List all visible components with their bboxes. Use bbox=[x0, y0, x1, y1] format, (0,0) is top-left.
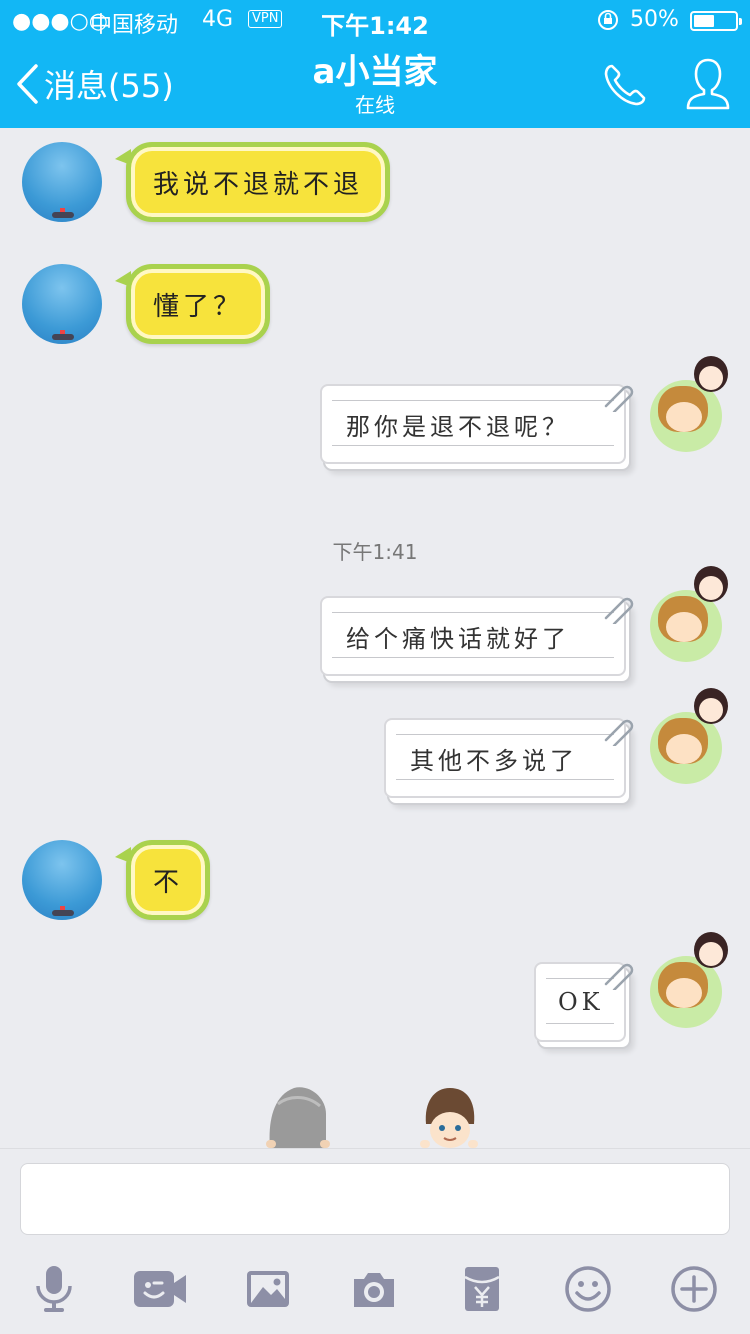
paper-line bbox=[332, 400, 614, 401]
incoming-message[interactable]: 不 bbox=[114, 840, 211, 920]
my-avatar[interactable] bbox=[646, 566, 730, 662]
message-text: 那你是退不退呢？ bbox=[346, 412, 570, 441]
incoming-message[interactable]: 我说不退就不退 bbox=[114, 142, 391, 222]
status-bar: ●●●○○ 中国移动 4G VPN 下午1:42 50% bbox=[0, 0, 750, 40]
call-button[interactable] bbox=[602, 62, 648, 112]
red-packet-button[interactable] bbox=[452, 1259, 512, 1319]
video-icon bbox=[134, 1271, 186, 1307]
outgoing-message[interactable]: OK bbox=[534, 962, 634, 1042]
my-avatar[interactable] bbox=[646, 688, 730, 784]
paper-line bbox=[332, 612, 614, 613]
image-icon bbox=[247, 1271, 289, 1307]
phone-icon bbox=[604, 64, 646, 106]
paperclip-icon bbox=[604, 385, 634, 412]
paperclip-icon bbox=[604, 597, 634, 624]
composer bbox=[0, 1148, 750, 1334]
paper-line bbox=[332, 445, 614, 446]
outgoing-message[interactable]: 其他不多说了 bbox=[384, 718, 634, 798]
battery-icon bbox=[690, 11, 742, 31]
plus-icon bbox=[671, 1266, 717, 1312]
red-packet-icon bbox=[464, 1267, 500, 1311]
profile-button[interactable] bbox=[684, 56, 732, 116]
emoji-button[interactable] bbox=[558, 1259, 618, 1319]
message-input[interactable] bbox=[20, 1163, 730, 1235]
contact-avatar[interactable] bbox=[22, 142, 102, 222]
peeking-character-icon bbox=[420, 1088, 478, 1148]
message-timestamp: 下午1:41 bbox=[332, 540, 418, 564]
person-icon bbox=[686, 58, 730, 110]
contact-avatar[interactable] bbox=[22, 264, 102, 344]
composer-toolbar bbox=[0, 1255, 750, 1327]
message-text: 给个痛快话就好了 bbox=[346, 624, 570, 653]
paperclip-icon bbox=[604, 963, 634, 990]
incoming-message[interactable]: 懂了？ bbox=[114, 264, 271, 344]
paper-line bbox=[332, 657, 614, 658]
more-button[interactable] bbox=[664, 1259, 724, 1319]
battery-percent: 50% bbox=[630, 7, 679, 32]
message-text: OK bbox=[558, 988, 604, 1016]
peeking-character-icon bbox=[266, 1087, 330, 1148]
paper-line bbox=[396, 734, 614, 735]
contact-avatar[interactable] bbox=[22, 840, 102, 920]
outgoing-message[interactable]: 那你是退不退呢？ bbox=[320, 384, 634, 464]
message-text: 其他不多说了 bbox=[410, 746, 578, 775]
microphone-icon bbox=[36, 1266, 72, 1312]
paper-line bbox=[396, 779, 614, 780]
outgoing-message[interactable]: 给个痛快话就好了 bbox=[320, 596, 634, 676]
video-button[interactable] bbox=[130, 1259, 190, 1319]
top-bar: ●●●○○ 中国移动 4G VPN 下午1:42 50% 消息(55) a小当家… bbox=[0, 0, 750, 128]
rotation-lock-icon bbox=[596, 8, 620, 38]
voice-button[interactable] bbox=[24, 1259, 84, 1319]
paper-line bbox=[546, 1023, 614, 1024]
emoji-icon bbox=[565, 1266, 611, 1312]
image-button[interactable] bbox=[238, 1259, 298, 1319]
paperclip-icon bbox=[604, 719, 634, 746]
my-avatar[interactable] bbox=[646, 932, 730, 1028]
camera-icon bbox=[354, 1273, 394, 1307]
camera-button[interactable] bbox=[344, 1259, 404, 1319]
my-avatar[interactable] bbox=[646, 356, 730, 452]
